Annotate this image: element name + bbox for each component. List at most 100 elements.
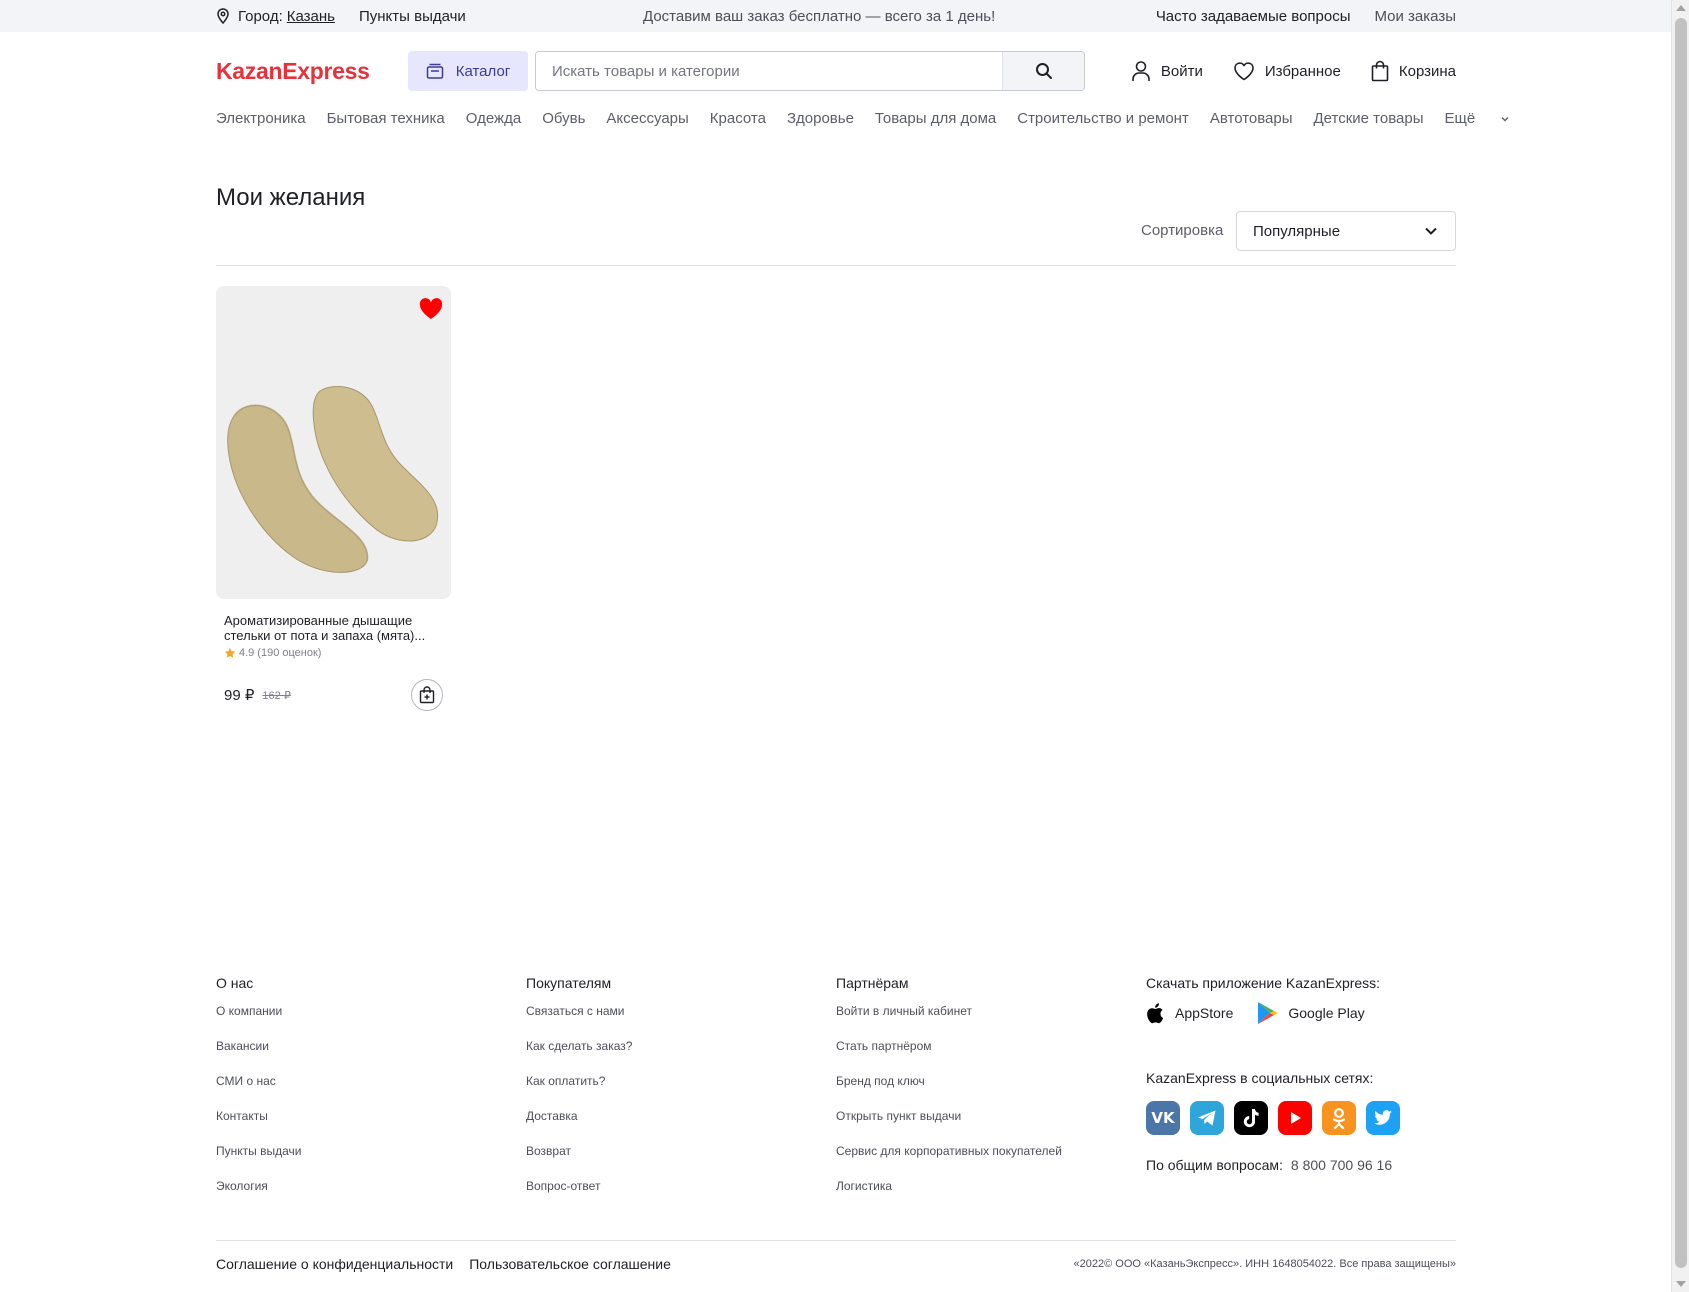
footer-divider	[216, 1240, 1456, 1241]
apps-title: Скачать приложение KazanExpress:	[1146, 975, 1381, 991]
category-link[interactable]: Красота	[710, 110, 766, 127]
login-button[interactable]: Войти	[1131, 60, 1203, 82]
scroll-down-arrow[interactable]	[1676, 1281, 1686, 1287]
footer-link[interactable]: Сервис для корпоративных покупателей	[836, 1144, 1136, 1179]
category-link[interactable]: Аксессуары	[606, 110, 688, 127]
sort-label: Сортировка	[1141, 222, 1224, 239]
pickup-points-link[interactable]: Пункты выдачи	[359, 8, 466, 25]
footer-column-title: Партнёрам	[836, 975, 909, 991]
product-price: 99 ₽	[224, 687, 255, 704]
footer-buyers-column: Покупателям Связаться с нами Как сделать…	[526, 975, 826, 1214]
footer-about-column: О нас О компании Вакансии СМИ о нас Конт…	[216, 975, 516, 1214]
top-info-bar: Город: Казань Пункты выдачи Доставим ваш…	[0, 0, 1671, 32]
appstore-link[interactable]: AppStore	[1146, 1002, 1233, 1024]
footer-bottom: Соглашение о конфиденциальности Пользова…	[216, 1256, 1456, 1272]
location-pin-icon	[217, 8, 229, 24]
search-bar	[535, 51, 1085, 91]
tiktok-icon[interactable]	[1234, 1101, 1268, 1135]
chevron-down-icon	[1425, 227, 1437, 235]
reviews-count: (190 оценок)	[257, 647, 322, 659]
category-link[interactable]: Строительство и ремонт	[1017, 110, 1189, 127]
footer-link[interactable]: Связаться с нами	[526, 1004, 826, 1039]
footer-link[interactable]: Бренд под ключ	[836, 1074, 1136, 1109]
my-orders-link[interactable]: Мои заказы	[1375, 8, 1457, 25]
category-link[interactable]: Здоровье	[787, 110, 854, 127]
appstore-label: AppStore	[1175, 1005, 1234, 1021]
footer-link[interactable]: Контакты	[216, 1109, 516, 1144]
googleplay-label: Google Play	[1288, 1005, 1365, 1021]
tiktok-glyph	[1243, 1109, 1259, 1128]
city-label: Город:	[238, 7, 283, 25]
heart-filled-icon[interactable]	[419, 298, 443, 320]
vk-icon[interactable]: VK	[1146, 1101, 1180, 1135]
footer-link[interactable]: Возврат	[526, 1144, 826, 1179]
favorites-button[interactable]: Избранное	[1233, 61, 1341, 81]
product-old-price: 162 ₽	[262, 689, 291, 702]
odnoklassniki-icon[interactable]	[1322, 1101, 1356, 1135]
footer-apps-column: Скачать приложение KazanExpress: AppStor…	[1146, 975, 1456, 1173]
phone-link[interactable]: 8 800 700 96 16	[1291, 1157, 1392, 1173]
footer-link[interactable]: Экология	[216, 1179, 516, 1214]
insoles-image	[227, 386, 439, 573]
user-icon	[1132, 61, 1150, 81]
add-to-cart-icon	[419, 686, 435, 704]
sort-value: Популярные	[1253, 222, 1341, 240]
category-link[interactable]: Автотовары	[1210, 110, 1293, 127]
odnoklassniki-glyph	[1332, 1108, 1346, 1129]
city-link[interactable]: Казань	[287, 8, 335, 25]
footer-link[interactable]: Пункты выдачи	[216, 1144, 516, 1179]
footer-link[interactable]: Войти в личный кабинет	[836, 1004, 1136, 1039]
category-link[interactable]: Товары для дома	[875, 110, 996, 127]
product-title[interactable]: Ароматизированные дышащие стельки от пот…	[216, 613, 451, 643]
privacy-link[interactable]: Соглашение о конфиденциальности	[216, 1256, 453, 1272]
footer-link[interactable]: Как сделать заказ?	[526, 1039, 826, 1074]
price-row: 99 ₽ 162 ₽	[216, 679, 451, 711]
footer-link[interactable]: Как оплатить?	[526, 1074, 826, 1109]
twitter-icon[interactable]	[1366, 1101, 1400, 1135]
footer-link[interactable]: О компании	[216, 1004, 516, 1039]
google-play-icon	[1258, 1002, 1279, 1024]
sort-dropdown[interactable]: Популярные	[1236, 211, 1456, 251]
category-link[interactable]: Детские товары	[1314, 110, 1424, 127]
social-links: VK	[1146, 1101, 1456, 1135]
main-header: KazanExpress Каталог Войти Избранное Кор…	[216, 50, 1456, 92]
googleplay-link[interactable]: Google Play	[1257, 1001, 1365, 1025]
product-card[interactable]: Ароматизированные дышащие стельки от пот…	[216, 286, 451, 711]
footer-link[interactable]: Вакансии	[216, 1039, 516, 1074]
page-title: Мои желания	[216, 184, 366, 211]
category-link[interactable]: Бытовая техника	[327, 110, 445, 127]
star-icon	[224, 647, 236, 658]
telegram-glyph	[1198, 1110, 1216, 1126]
add-to-cart-button[interactable]	[411, 679, 443, 711]
footer-link[interactable]: Вопрос-ответ	[526, 1179, 826, 1214]
footer-column-title: Покупателям	[526, 975, 612, 991]
faq-link[interactable]: Часто задаваемые вопросы	[1156, 8, 1351, 25]
categories-more-button[interactable]: Ещё	[1444, 110, 1510, 127]
shopping-bag-icon	[1371, 60, 1389, 82]
category-link[interactable]: Обувь	[542, 110, 585, 127]
footer-link[interactable]: СМИ о нас	[216, 1074, 516, 1109]
catalog-button[interactable]: Каталог	[408, 51, 528, 91]
telegram-icon[interactable]	[1190, 1101, 1224, 1135]
categories-nav: Электроника Бытовая техника Одежда Обувь…	[216, 110, 1509, 127]
footer-link[interactable]: Доставка	[526, 1109, 826, 1144]
footer-column-title: О нас	[216, 975, 254, 991]
footer-link[interactable]: Логистика	[836, 1179, 1136, 1214]
user-agreement-link[interactable]: Пользовательское соглашение	[469, 1256, 671, 1272]
page-scrollbar[interactable]	[1671, 0, 1689, 1292]
search-button[interactable]	[1002, 52, 1084, 90]
product-image[interactable]	[216, 286, 451, 599]
cart-button[interactable]: Корзина	[1371, 60, 1456, 82]
category-link[interactable]: Одежда	[466, 110, 521, 127]
search-input[interactable]	[536, 52, 1002, 90]
footer-link[interactable]: Открыть пункт выдачи	[836, 1109, 1136, 1144]
scroll-thumb[interactable]	[1675, 18, 1687, 1268]
footer-partners-column: Партнёрам Войти в личный кабинет Стать п…	[836, 975, 1136, 1214]
footer-link[interactable]: Стать партнёром	[836, 1039, 1136, 1074]
scroll-up-arrow[interactable]	[1676, 5, 1686, 11]
city-selector[interactable]: Город: Казань	[216, 8, 335, 25]
category-link[interactable]: Электроника	[216, 110, 306, 127]
logo[interactable]: KazanExpress	[216, 58, 408, 85]
youtube-icon[interactable]	[1278, 1101, 1312, 1135]
more-label: Ещё	[1444, 110, 1476, 127]
